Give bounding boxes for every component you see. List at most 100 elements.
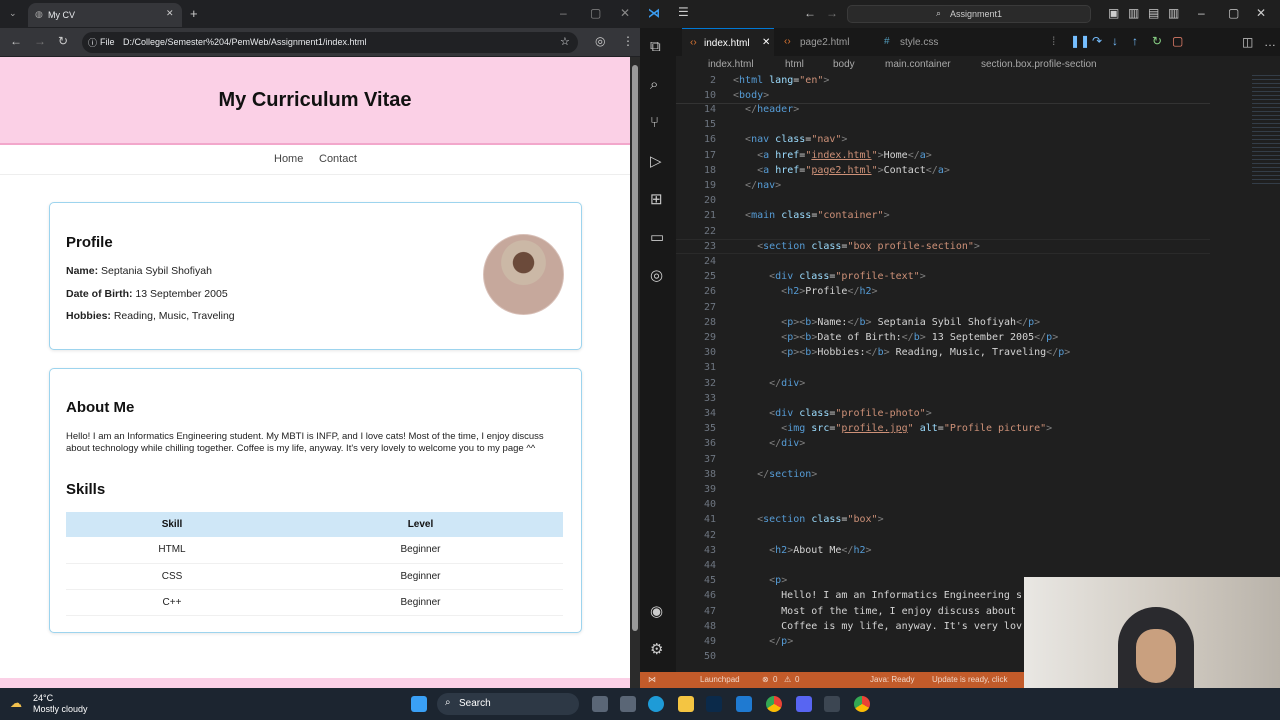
task-view-icon[interactable] [592,696,608,712]
restart-icon[interactable]: ↻ [1152,34,1162,48]
line-number: 34 [703,408,716,419]
line-number: 49 [703,636,716,647]
toggle-sidebar-icon[interactable]: ▥ [1128,6,1139,20]
editor-tabs: ‹› index.html ✕ ‹› page2.html # style.cs… [676,28,1280,56]
breadcrumb-item[interactable]: html [785,59,804,70]
table-cell: HTML [66,537,278,564]
remote-icon[interactable]: ◎ [650,266,663,284]
toggle-secondary-icon[interactable]: ▥ [1168,6,1179,20]
tab-page2-html[interactable]: ‹› page2.html [776,28,870,56]
photoshop-icon[interactable] [706,696,722,712]
browser-tab[interactable]: ◍ My CV ✕ [28,3,182,27]
breadcrumb-item[interactable]: body [833,59,855,70]
task-view-icon[interactable] [620,696,636,712]
nav-home-link[interactable]: Home [274,153,303,165]
line-number: 46 [703,590,716,601]
code-line: <h2>Profile</h2> [781,286,878,297]
new-tab-button[interactable]: + [190,6,198,21]
html-file-icon: ‹› [784,36,791,47]
run-debug-icon[interactable]: ▷ [650,152,662,170]
file-scheme-label: File [100,37,115,47]
update-status[interactable]: Update is ready, click [932,675,1007,684]
bookmark-star-icon[interactable]: ☆ [560,35,570,48]
errors-count[interactable]: 0 [773,675,777,684]
remote-status-icon[interactable]: ⋈ [648,675,656,684]
drag-handle-icon[interactable]: ⁞ [1052,34,1055,48]
dob-field: Date of Birth: 13 September 2005 [66,288,228,300]
java-status[interactable]: Java: Ready [870,675,914,684]
launchpad-status[interactable]: Launchpad [700,675,740,684]
weather-desc[interactable]: Mostly cloudy [33,704,88,714]
page-scrollbar[interactable] [630,57,640,688]
menu-icon[interactable]: ⋮ [622,34,634,48]
line-number: 28 [703,317,716,328]
start-button[interactable] [411,696,427,712]
code-line: <div class="profile-photo"> [769,408,932,419]
table-cell: Beginner [278,563,563,590]
line-number: 26 [703,286,716,297]
edge-icon[interactable] [648,696,664,712]
stop-icon[interactable]: ▢ [1172,34,1183,48]
more-actions-icon[interactable]: … [1264,35,1276,49]
close-tab-icon[interactable]: ✕ [166,8,174,19]
step-out-icon[interactable]: ↑ [1132,34,1138,48]
file-explorer-icon[interactable] [678,696,694,712]
close-window-icon[interactable]: ✕ [1256,6,1266,20]
chrome-taskbar-icon[interactable] [766,696,782,712]
discord-icon[interactable] [796,696,812,712]
line-number: 27 [703,302,716,313]
person-face [1136,629,1176,683]
pause-icon[interactable]: ❚❚ [1070,34,1090,48]
forward-icon[interactable]: → [34,34,46,48]
nav-back-icon[interactable]: ← [804,6,816,20]
tab-search-icon[interactable]: ⌄ [9,8,17,19]
toggle-panel-icon[interactable]: ▤ [1148,6,1159,20]
vscode-taskbar-icon[interactable] [736,696,752,712]
breadcrumb-item[interactable]: main.container [885,59,951,70]
tab-style-css[interactable]: # style.css [876,28,962,56]
skills-table: Skill Level HTML Beginner CSS Beginner C++… [66,512,563,616]
split-editor-icon[interactable]: ◫ [1242,35,1253,49]
command-center[interactable]: ⌕ Assignment1 [847,5,1091,23]
profile-icon[interactable]: ◎ [595,34,605,48]
toolbar: ← → ↻ ⓘ File D:/College/Semester%204/Pem… [0,28,640,56]
breadcrumb-item[interactable]: index.html [708,59,754,70]
line-number: 32 [703,378,716,389]
minimize-icon[interactable]: – [560,6,567,20]
minimize-icon[interactable]: – [1198,6,1205,20]
breadcrumb-item[interactable]: section.box.profile-section [981,59,1097,70]
close-tab-icon[interactable]: ✕ [762,37,770,48]
tab-index-html[interactable]: ‹› index.html ✕ [682,28,774,56]
folder-icon[interactable]: ▭ [650,228,664,246]
search-icon[interactable]: ⌕ [650,76,658,93]
address-bar[interactable]: ⓘ File D:/College/Semester%204/PemWeb/As… [82,32,578,53]
menu-icon[interactable]: ☰ [678,5,689,19]
table-cell: CSS [66,563,278,590]
reload-icon[interactable]: ↻ [58,34,68,48]
weather-temp[interactable]: 24°C [33,693,53,703]
code-line: </nav> [745,180,782,191]
maximize-icon[interactable]: ▢ [1228,6,1239,20]
minimap[interactable] [1248,73,1280,193]
step-into-icon[interactable]: ↓ [1112,34,1118,48]
taskbar-search[interactable]: ⌕ Search [437,693,579,715]
nav-forward-icon[interactable]: → [826,6,838,20]
explorer-icon[interactable]: ⧉ [650,38,661,55]
extensions-icon[interactable]: ⊞ [650,190,663,208]
app-icon[interactable] [824,696,840,712]
back-icon[interactable]: ← [10,34,22,48]
chrome-taskbar-icon[interactable] [854,696,870,712]
layout-icon[interactable]: ▣ [1108,6,1119,20]
maximize-icon[interactable]: ▢ [590,6,601,20]
account-icon[interactable]: ◉ [650,602,663,620]
nav-contact-link[interactable]: Contact [319,153,357,165]
close-window-icon[interactable]: ✕ [620,6,630,20]
source-control-icon[interactable]: ⑂ [650,114,659,131]
command-center-text: Assignment1 [950,9,1003,19]
table-row: C++ Beginner [66,589,563,616]
scrollbar-thumb[interactable] [632,65,638,631]
step-over-icon[interactable]: ↷ [1092,34,1102,48]
url-text: D:/College/Semester%204/PemWeb/Assignmen… [123,37,367,47]
settings-gear-icon[interactable]: ⚙ [650,640,663,658]
warnings-count[interactable]: 0 [795,675,799,684]
